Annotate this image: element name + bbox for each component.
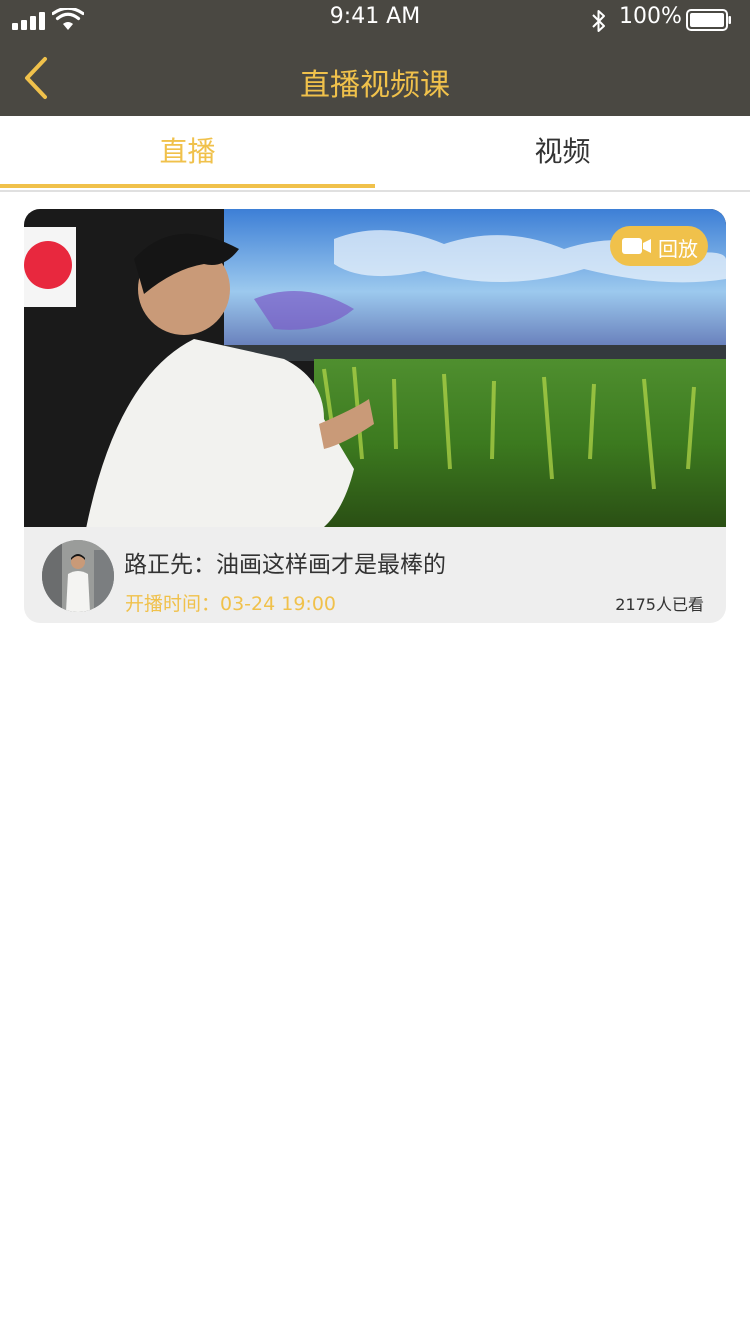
tab-bar: 直播 视频 [0, 116, 750, 192]
view-count: 2175人已看 [615, 595, 704, 614]
nav-bar: 直播视频课 [0, 40, 750, 116]
tab-live[interactable]: 直播 [0, 116, 375, 190]
bluetooth-icon [592, 10, 605, 32]
replay-label: 回放 [658, 237, 698, 261]
course-start-time: 开播时间：03-24 19:00 [125, 593, 337, 615]
status-bar: 9:41 AM 100% [0, 0, 750, 40]
page-title: 直播视频课 [300, 68, 450, 103]
tab-active-indicator [0, 184, 375, 188]
battery-icon [686, 9, 731, 31]
tab-video[interactable]: 视频 [375, 116, 750, 190]
course-title: 路正先：油画这样画才是最棒的 [124, 552, 446, 578]
course-info: 路正先：油画这样画才是最棒的 开播时间：03-24 19:00 2175人已看 [24, 527, 726, 623]
video-camera-icon [622, 238, 651, 254]
battery-percentage: 100% [619, 4, 682, 29]
replay-badge[interactable]: 回放 [610, 226, 708, 266]
avatar [42, 540, 114, 612]
live-course-card[interactable]: 回放 路正先：油画这样画才是最棒的 开播时间：03-24 19:00 2175人… [24, 209, 726, 623]
